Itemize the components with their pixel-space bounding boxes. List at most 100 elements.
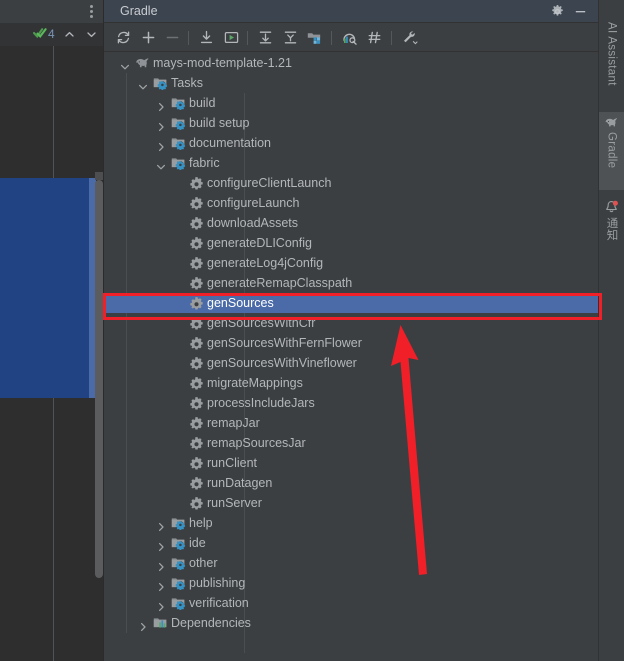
reload-all-gradle-projects-button[interactable] bbox=[115, 29, 132, 46]
tree-row-label: build setup bbox=[189, 116, 250, 130]
collapse-all-button[interactable] bbox=[282, 29, 299, 46]
tree-row-label: mays-mod-template-1.21 bbox=[153, 56, 292, 70]
gear-task-icon bbox=[189, 196, 204, 210]
tree-row[interactable]: migrateMappings bbox=[104, 373, 598, 393]
tree-row[interactable]: downloadAssets bbox=[104, 213, 598, 233]
toolbar-separator bbox=[247, 31, 248, 45]
tree-row[interactable]: verification bbox=[104, 593, 598, 613]
gear-task-icon bbox=[189, 496, 204, 510]
tree-row-label: configureLaunch bbox=[207, 196, 300, 210]
tree-row-label: remapSourcesJar bbox=[207, 436, 306, 450]
tree-row-label: configureClientLaunch bbox=[207, 176, 332, 190]
chevron-down-icon[interactable] bbox=[138, 78, 148, 90]
tree-row[interactable]: generateDLIConfig bbox=[104, 233, 598, 253]
tree-row[interactable]: build setup bbox=[104, 113, 598, 133]
editor-vertical-scrollbar[interactable] bbox=[95, 180, 103, 578]
more-options-icon[interactable] bbox=[90, 5, 93, 18]
chevron-right-icon[interactable] bbox=[156, 538, 166, 552]
chevron-right-icon[interactable] bbox=[156, 598, 166, 612]
minimize-icon[interactable] bbox=[573, 4, 588, 22]
tree-row[interactable]: processIncludeJars bbox=[104, 393, 598, 413]
tree-row[interactable]: runClient bbox=[104, 453, 598, 473]
editor-strip: 4 bbox=[0, 0, 103, 661]
tree-row[interactable]: remapSourcesJar bbox=[104, 433, 598, 453]
gear-task-icon bbox=[189, 216, 204, 230]
task-folder-icon bbox=[171, 576, 186, 591]
tree-row[interactable]: generateRemapClasspath bbox=[104, 273, 598, 293]
tree-row[interactable]: Dependencies bbox=[104, 613, 598, 633]
gear-task-icon bbox=[189, 356, 204, 370]
build-tool-settings-button[interactable] bbox=[401, 29, 418, 46]
gear-icon[interactable] bbox=[550, 4, 565, 22]
task-folder-icon bbox=[171, 596, 186, 611]
gear-task-icon bbox=[189, 276, 204, 290]
tree-row-label: genSources bbox=[207, 296, 274, 310]
gear-task-icon bbox=[189, 176, 204, 190]
link-gradle-project-button[interactable] bbox=[140, 29, 157, 46]
tree-row[interactable]: build bbox=[104, 93, 598, 113]
bell-icon bbox=[599, 196, 624, 217]
tree-row[interactable]: configureLaunch bbox=[104, 193, 598, 213]
tree-row-label: genSourcesWithVineflower bbox=[207, 356, 357, 370]
chevron-right-icon[interactable] bbox=[138, 618, 148, 632]
chevron-down-icon[interactable] bbox=[156, 158, 166, 170]
tree-row[interactable]: genSourcesWithCfr bbox=[104, 313, 598, 333]
tree-row[interactable]: Tasks bbox=[104, 73, 598, 93]
tree-row[interactable]: mays-mod-template-1.21 bbox=[104, 53, 598, 73]
toggle-tasks-view-button[interactable] bbox=[341, 29, 358, 46]
run-task-button[interactable] bbox=[223, 29, 240, 46]
gear-task-icon bbox=[189, 236, 204, 250]
expand-all-button[interactable] bbox=[257, 29, 274, 46]
gradle-toolbar bbox=[104, 23, 598, 52]
tree-row-selected[interactable]: genSources bbox=[104, 293, 598, 313]
tree-row-label: migrateMappings bbox=[207, 376, 303, 390]
tree-row[interactable]: generateLog4jConfig bbox=[104, 253, 598, 273]
tree-row[interactable]: publishing bbox=[104, 573, 598, 593]
gradle-panel-header: Gradle bbox=[104, 0, 598, 23]
tree-row[interactable]: genSourcesWithFernFlower bbox=[104, 333, 598, 353]
tool-window-ai-assistant[interactable]: AI Assistant bbox=[599, 22, 624, 108]
toolbar-separator bbox=[331, 31, 332, 45]
tree-row-label: documentation bbox=[189, 136, 272, 150]
tree-row-label: fabric bbox=[189, 156, 220, 170]
tree-row[interactable]: documentation bbox=[104, 133, 598, 153]
tree-row[interactable]: ide bbox=[104, 533, 598, 553]
tool-window-notifications[interactable]: 通知 bbox=[599, 196, 624, 252]
chevron-right-icon[interactable] bbox=[156, 138, 166, 152]
toggle-offline-mode-button[interactable] bbox=[366, 29, 383, 46]
tool-window-label: 通知 bbox=[605, 217, 618, 241]
unlink-gradle-project-button[interactable] bbox=[164, 29, 181, 46]
task-folder-icon bbox=[171, 156, 186, 171]
tree-row[interactable]: other bbox=[104, 553, 598, 573]
chevron-right-icon[interactable] bbox=[156, 98, 166, 112]
tree-row-label: downloadAssets bbox=[207, 216, 299, 230]
gear-task-icon bbox=[189, 436, 204, 450]
tree-row[interactable]: fabric bbox=[104, 153, 598, 173]
tree-row[interactable]: runDatagen bbox=[104, 473, 598, 493]
chevron-down-icon[interactable] bbox=[120, 58, 130, 70]
tree-row[interactable]: genSourcesWithVineflower bbox=[104, 353, 598, 373]
download-sources-button[interactable] bbox=[198, 29, 215, 46]
chevron-right-icon[interactable] bbox=[156, 578, 166, 592]
gear-task-icon bbox=[189, 296, 204, 310]
right-tool-window-bar: AI Assistant Gradle 通知 bbox=[598, 0, 624, 661]
gradle-elephant-icon bbox=[599, 112, 624, 132]
chevron-right-icon[interactable] bbox=[156, 558, 166, 572]
editor-top-bar bbox=[0, 0, 103, 23]
tree-row[interactable]: help bbox=[104, 513, 598, 533]
task-folder-icon bbox=[171, 116, 186, 131]
tree-row-label: build bbox=[189, 96, 216, 110]
tool-window-gradle[interactable]: Gradle bbox=[599, 112, 624, 190]
chevron-right-icon[interactable] bbox=[156, 518, 166, 532]
tree-row-label: genSourcesWithCfr bbox=[207, 316, 316, 330]
tree-row[interactable]: configureClientLaunch bbox=[104, 173, 598, 193]
show-tasks-grouped-button[interactable] bbox=[306, 29, 323, 46]
chevron-down-icon[interactable] bbox=[86, 29, 97, 40]
chevron-up-icon[interactable] bbox=[64, 29, 75, 40]
tree-row[interactable]: runServer bbox=[104, 493, 598, 513]
task-folder-icon bbox=[171, 136, 186, 151]
chevron-right-icon[interactable] bbox=[156, 118, 166, 132]
tree-row[interactable]: remapJar bbox=[104, 413, 598, 433]
gear-task-icon bbox=[189, 336, 204, 350]
gradle-task-tree[interactable]: mays-mod-template-1.21 Tasks build build se… bbox=[104, 53, 598, 661]
